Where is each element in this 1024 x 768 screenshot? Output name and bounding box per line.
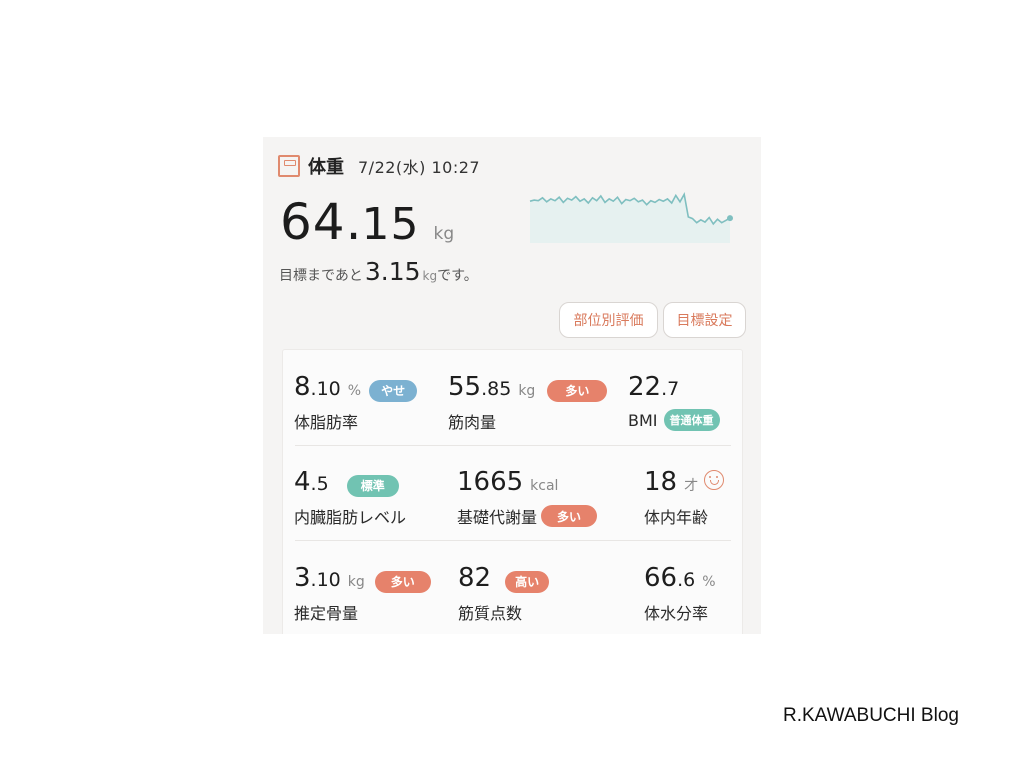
metric-value-dec: .10 (310, 569, 341, 591)
status-badge: 普通体重 (663, 409, 720, 431)
metric-bmi[interactable]: 22 .7 BMI 普通体重 (628, 372, 720, 431)
row-divider (295, 445, 731, 446)
blog-watermark: R.KAWABUCHI Blog (783, 705, 959, 726)
weight-decimal: 15 (361, 199, 420, 250)
metric-value-dec: .85 (481, 378, 512, 400)
metric-label: 体脂肪率 (294, 413, 359, 432)
measurement-datetime: 7/22(水) 10:27 (358, 158, 481, 177)
metric-unit: % (347, 383, 362, 399)
metric-value-int: 55 (448, 372, 482, 402)
metric-value-int: 3 (294, 563, 311, 593)
metric-label: 体内年齢 (644, 508, 709, 527)
metric-label: 推定骨量 (294, 604, 359, 623)
weight-trend-chart[interactable] (525, 177, 735, 257)
metric-unit: 才 (684, 478, 699, 494)
app-screen: 体重 7/22(水) 10:27 64 . 15 kg 目標まであと 3.15 … (263, 137, 761, 634)
status-badge: 多い (541, 505, 598, 527)
trend-area (530, 194, 730, 243)
metric-value-int: 8 (294, 372, 311, 402)
metric-muscle-quality[interactable]: 82 高い 筋質点数 (458, 563, 550, 624)
status-badge: 高い (505, 570, 550, 593)
weight-value: 64 . 15 kg (280, 193, 454, 251)
metric-unit: kg (518, 383, 536, 399)
status-badge: 標準 (346, 474, 399, 497)
metric-body-fat[interactable]: 8 .10 % やせ 体脂肪率 (294, 372, 418, 433)
scale-icon (278, 155, 300, 177)
metric-label: 筋質点数 (458, 604, 523, 623)
metric-value-int: 4 (294, 467, 311, 497)
metric-value-int: 18 (644, 467, 678, 497)
metric-value-dec: .6 (677, 569, 696, 591)
metric-body-age[interactable]: 18 才 体内年齢 (644, 467, 725, 528)
metric-muscle[interactable]: 55 .85 kg 多い 筋肉量 (448, 372, 608, 433)
metric-unit: kcal (530, 478, 559, 494)
metric-unit: % (702, 574, 716, 590)
page-title: 体重 (308, 157, 344, 178)
metric-value-dec: .10 (310, 378, 341, 400)
metric-visceral-fat[interactable]: 4 .5 標準 内臓脂肪レベル (294, 467, 406, 528)
status-badge: 多い (547, 379, 608, 402)
status-badge: 多い (374, 570, 431, 593)
metric-unit: kg (347, 574, 365, 590)
metric-value-int: 66 (644, 563, 678, 593)
metric-basal-metabolism[interactable]: 1665 kcal 基礎代謝量 多い (457, 467, 598, 528)
metric-value-int: 82 (458, 563, 492, 593)
metrics-card: 8 .10 % やせ 体脂肪率 55 .85 kg 多い 筋肉量 22 .7 B… (282, 349, 743, 634)
weight-header: 体重 7/22(水) 10:27 (278, 153, 480, 179)
weight-decimal-point: . (345, 193, 362, 251)
metric-bone-mass[interactable]: 3 .10 kg 多い 推定骨量 (294, 563, 431, 624)
metric-label: 体水分率 (644, 604, 709, 623)
goal-value: 3.15 (364, 257, 421, 286)
weight-integer: 64 (280, 193, 346, 251)
metric-value-int: 22 (628, 372, 662, 402)
weight-unit: kg (433, 224, 455, 244)
metric-label: 基礎代謝量 (457, 508, 538, 527)
metric-label: 筋肉量 (448, 413, 497, 432)
trend-latest-point (727, 215, 733, 222)
status-badge: やせ (369, 379, 418, 402)
smile-face-icon (704, 470, 725, 490)
metric-label: BMI (628, 410, 658, 430)
goal-remaining: 目標まであと 3.15 kg です。 (279, 257, 478, 286)
goal-suffix: です。 (437, 268, 478, 284)
row-divider (295, 540, 731, 541)
metric-body-water[interactable]: 66 .6 % 体水分率 (644, 563, 716, 624)
metric-value-dec: .5 (310, 473, 329, 495)
region-evaluation-button[interactable]: 部位別評価 (559, 302, 658, 338)
goal-setting-button[interactable]: 目標設定 (663, 302, 746, 338)
goal-prefix: 目標まであと (279, 268, 363, 284)
metric-label: 内臓脂肪レベル (294, 508, 407, 527)
metric-value-dec: .7 (661, 378, 680, 400)
goal-unit: kg (422, 269, 438, 283)
metric-value-int: 1665 (457, 467, 524, 497)
